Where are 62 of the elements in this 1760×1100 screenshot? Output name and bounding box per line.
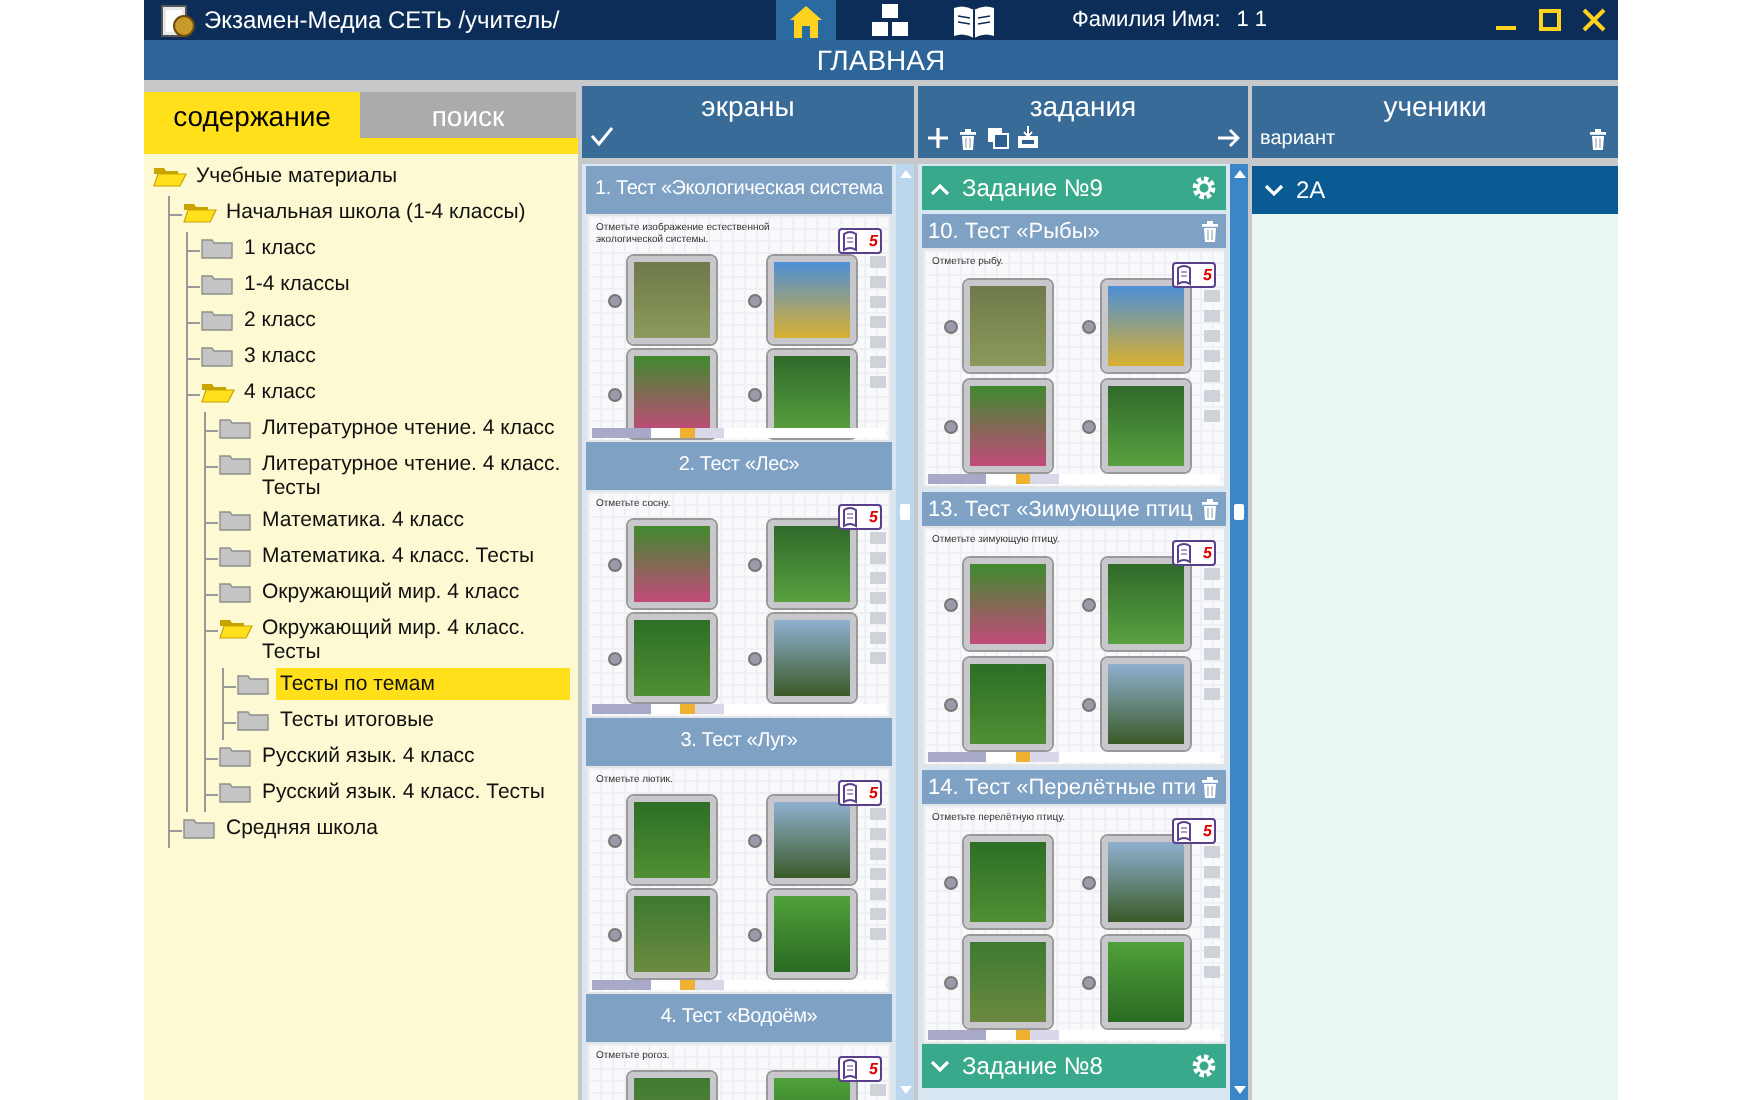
scrollbar[interactable] — [896, 164, 914, 1100]
tree-item[interactable]: 1-4 классы — [240, 268, 556, 300]
book-badge: 5 — [837, 1056, 882, 1082]
scroll-thumb[interactable] — [900, 504, 910, 520]
column-title: задания — [1027, 90, 1139, 122]
tree-item[interactable]: 2 класс — [240, 304, 556, 336]
delete-icon[interactable] — [1198, 218, 1222, 244]
variant-label: вариант — [1260, 128, 1336, 150]
book-badge: 5 — [1171, 818, 1216, 844]
tree-item[interactable]: Литературное чтение. 4 класс — [258, 412, 570, 444]
book-badge: 5 — [1171, 262, 1216, 288]
book-badge: 5 — [837, 228, 882, 254]
scroll-up-icon[interactable] — [1233, 170, 1245, 178]
delete-icon[interactable] — [1586, 126, 1610, 152]
tree-item[interactable]: Математика. 4 класс — [258, 504, 570, 536]
task-group-title: Задание №8 — [962, 1052, 1105, 1080]
book-globe-icon — [156, 2, 196, 38]
book-badge: 5 — [837, 780, 882, 806]
window-title: Экзамен-Медиа СЕТЬ /учитель/ — [204, 6, 560, 34]
settings-icon[interactable] — [1190, 1052, 1218, 1080]
tree-item[interactable]: Русский язык. 4 класс — [258, 740, 570, 772]
book-badge: 5 — [837, 504, 882, 530]
class-group-row[interactable]: 2А — [1252, 166, 1618, 214]
tree-item[interactable]: 4 класс — [240, 376, 556, 408]
tree-item[interactable]: 3 класс — [240, 340, 556, 372]
column-title: ученики — [1381, 90, 1489, 122]
home-nav-button[interactable] — [776, 0, 836, 40]
tab[interactable]: содержание — [144, 92, 360, 138]
chevron-up-icon[interactable] — [930, 181, 950, 195]
delete-icon[interactable] — [1198, 774, 1222, 800]
scroll-down-icon[interactable] — [1233, 1086, 1245, 1094]
copy-icon[interactable] — [986, 126, 1010, 150]
tree-item[interactable]: Окружающий мир. 4 класс. Тесты — [258, 612, 570, 668]
settings-icon[interactable] — [1190, 174, 1218, 202]
tree-item[interactable]: Тесты итоговые — [276, 704, 570, 736]
close-icon[interactable] — [1582, 8, 1606, 32]
task-group-title: Задание №9 — [962, 174, 1105, 202]
add-icon[interactable] — [926, 126, 950, 150]
scrollbar[interactable] — [1230, 164, 1248, 1100]
tree-item[interactable]: Учебные материалы — [192, 160, 508, 192]
page-title: ГЛАВНАЯ — [144, 40, 1618, 80]
maximize-icon[interactable] — [1538, 8, 1562, 32]
class-name: 2А — [1296, 176, 1326, 204]
chevron-down-icon[interactable] — [1264, 183, 1284, 197]
column-title: экраны — [699, 90, 797, 122]
tree-item[interactable]: 1 класс — [240, 232, 556, 264]
tree-item[interactable]: Начальная школа (1-4 классы) — [222, 196, 538, 228]
tree-item[interactable]: Окружающий мир. 4 класс — [258, 576, 570, 608]
checkmark-icon[interactable] — [590, 126, 614, 146]
delete-icon[interactable] — [1198, 496, 1222, 522]
save-icon[interactable] — [1016, 126, 1040, 150]
delete-icon[interactable] — [956, 126, 980, 150]
tree-item[interactable]: Тесты по темам — [276, 668, 570, 700]
tree-item[interactable]: Литературное чтение. 4 класс. Тесты — [258, 448, 570, 504]
arrow-right-icon[interactable] — [1216, 128, 1240, 148]
user-label: Фамилия Имя: — [1072, 8, 1221, 32]
tree-item[interactable]: Русский язык. 4 класс. Тесты — [258, 776, 570, 808]
user-name: 1 1 — [1236, 8, 1268, 32]
tree-item[interactable]: Математика. 4 класс. Тесты — [258, 540, 570, 572]
scroll-thumb[interactable] — [1234, 504, 1244, 520]
tree-item[interactable]: Средняя школа — [222, 812, 538, 844]
book-badge: 5 — [1171, 540, 1216, 566]
